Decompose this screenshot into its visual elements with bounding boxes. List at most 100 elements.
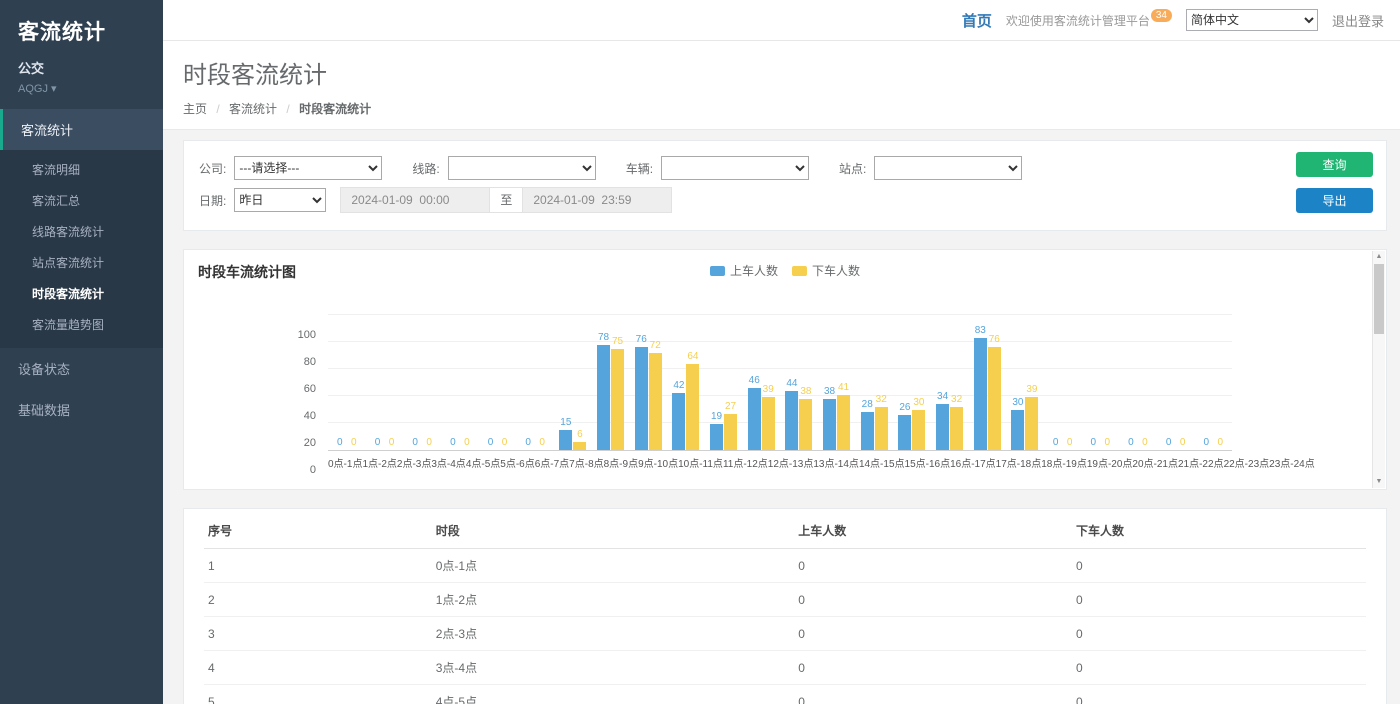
breadcrumb-section[interactable]: 客流统计 [229,102,277,116]
bar[interactable]: 83 [974,338,987,450]
vehicle-select[interactable] [661,156,809,180]
filter-panel: 公司: ---请选择--- 线路: 车辆: 站点: [183,140,1387,231]
bar[interactable]: 15 [559,430,572,450]
date-from-input[interactable] [340,187,490,213]
sidebar-item[interactable]: 客流明细 [0,154,163,185]
table-cell: 0 [794,583,1072,617]
legend-item[interactable]: 下车人数 [792,262,860,279]
app-title: 客流统计 [0,0,163,48]
home-link[interactable]: 首页 [962,10,992,31]
table-row: 32点-3点00 [204,617,1366,651]
bar-value-label: 41 [838,382,849,393]
bar-group: 8376 [968,338,1006,450]
bar-value-label: 0 [502,437,508,448]
sidebar-profile: 公交 AQGJ ▾ [0,48,163,109]
chart-panel: 时段车流统计图 上车人数下车人数 020406080100 0000000000… [183,249,1387,490]
date-preset-select[interactable]: 昨日 [234,188,326,212]
sidebar-section[interactable]: 基础数据 [0,389,163,430]
bar-value-label: 0 [1067,437,1073,448]
scroll-up-icon[interactable]: ▲ [1373,251,1385,263]
bar[interactable]: 27 [724,414,737,450]
bar-value-label: 0 [375,437,381,448]
bar[interactable]: 6 [573,442,586,450]
bar[interactable]: 28 [861,412,874,450]
table-cell: 4点-5点 [432,685,795,704]
line-select[interactable] [448,156,596,180]
bar[interactable]: 19 [710,424,723,450]
y-tick-label: 20 [304,437,316,449]
table-cell: 0 [1072,549,1366,583]
bar-value-label: 0 [1090,437,1096,448]
scrollbar-thumb[interactable] [1374,264,1384,334]
bar-value-label: 15 [560,417,571,428]
export-button[interactable]: 导出 [1296,188,1373,213]
sidebar-section[interactable]: 设备状态 [0,348,163,389]
bar[interactable]: 30 [912,410,925,451]
bar[interactable]: 39 [762,397,775,450]
sidebar-item[interactable]: 客流量趋势图 [0,309,163,340]
bar[interactable]: 64 [686,364,699,450]
bar[interactable]: 76 [988,347,1001,450]
sidebar-item[interactable]: 时段客流统计 [0,278,163,309]
bar[interactable]: 41 [837,395,850,450]
bar[interactable]: 75 [611,349,624,450]
bar[interactable]: 26 [898,415,911,450]
table-row: 43点-4点00 [204,651,1366,685]
breadcrumb-home[interactable]: 主页 [183,102,207,116]
org-code-dropdown[interactable]: AQGJ ▾ [18,82,145,95]
query-button[interactable]: 查询 [1296,152,1373,177]
sidebar-other-sections: 设备状态基础数据 [0,348,163,430]
content: 公司: ---请选择--- 线路: 车辆: 站点: [163,130,1400,704]
bar-value-label: 0 [412,437,418,448]
bar[interactable]: 46 [748,388,761,450]
bar-group: 2832 [855,407,893,450]
bar[interactable]: 34 [936,404,949,450]
sidebar-section-passenger-stats[interactable]: 客流统计 [0,109,163,150]
legend-item[interactable]: 上车人数 [710,262,778,279]
bar[interactable]: 72 [649,353,662,450]
table-row: 10点-1点00 [204,549,1366,583]
bar-value-label: 72 [650,340,661,351]
sidebar-item[interactable]: 站点客流统计 [0,247,163,278]
bar[interactable]: 32 [875,407,888,450]
bar[interactable]: 32 [950,407,963,450]
table-cell: 0 [1072,617,1366,651]
bar-value-label: 32 [951,394,962,405]
bar-value-label: 0 [450,437,456,448]
scroll-down-icon[interactable]: ▼ [1373,476,1385,488]
language-select[interactable]: 简体中文 [1186,9,1318,31]
bar-value-label: 27 [725,401,736,412]
bar[interactable]: 44 [785,391,798,450]
bar-value-label: 30 [1012,397,1023,408]
date-to-input[interactable] [522,187,672,213]
x-axis-label: 17点-18点 [996,455,1042,470]
x-axis-label: 23点-24点 [1269,455,1315,470]
bar[interactable]: 39 [1025,397,1038,450]
bar[interactable]: 38 [799,399,812,450]
chart-scrollbar[interactable]: ▲ ▼ [1372,251,1385,488]
x-axis-label: 14点-15点 [859,455,905,470]
company-select[interactable]: ---请选择--- [234,156,382,180]
bar-value-label: 75 [612,336,623,347]
breadcrumb-separator: / [216,102,219,116]
bar-value-label: 32 [876,394,887,405]
bar[interactable]: 42 [672,393,685,450]
table-cell: 4 [204,651,432,685]
station-select[interactable] [874,156,1022,180]
bar[interactable]: 30 [1011,410,1024,451]
table-body: 10点-1点0021点-2点0032点-3点0043点-4点0054点-5点00… [204,549,1366,704]
sidebar-item[interactable]: 客流汇总 [0,185,163,216]
bar-value-label: 83 [975,325,986,336]
result-table: 序号 时段 上车人数 下车人数 10点-1点0021点-2点0032点-3点00… [204,513,1366,704]
bar-value-label: 0 [539,437,545,448]
bar[interactable]: 78 [597,345,610,450]
logout-link[interactable]: 退出登录 [1332,11,1384,30]
table-row: 54点-5点00 [204,685,1366,704]
company-label: 公司: [199,160,226,177]
bar-value-label: 0 [1204,437,1210,448]
bar[interactable]: 38 [823,399,836,450]
date-to-addon: 至 [490,187,522,213]
bar[interactable]: 76 [635,347,648,450]
filter-company: 公司: ---请选择--- [199,156,382,180]
sidebar-item[interactable]: 线路客流统计 [0,216,163,247]
